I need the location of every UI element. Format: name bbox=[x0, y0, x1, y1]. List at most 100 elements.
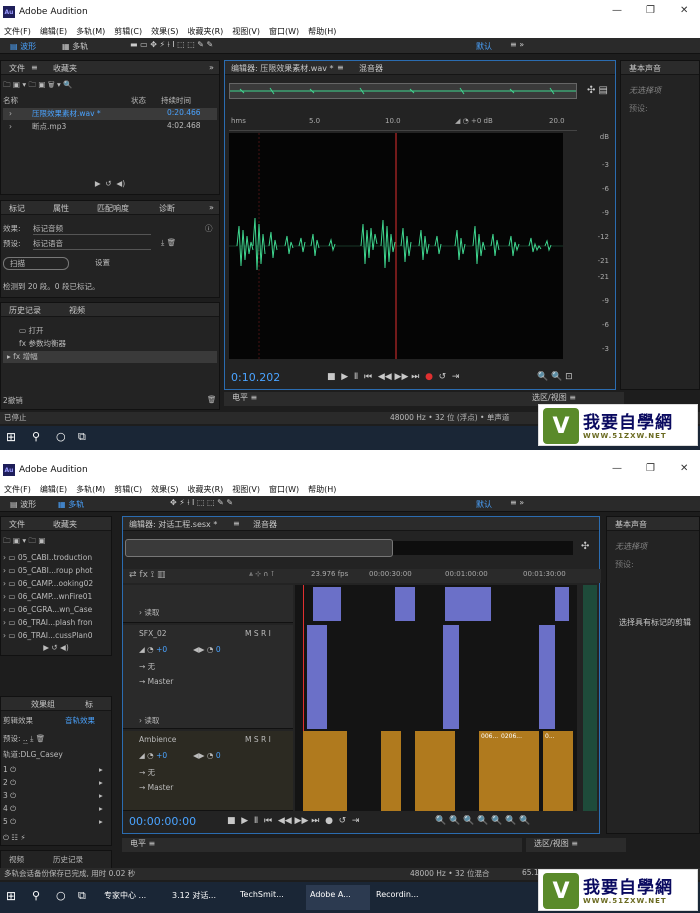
preset-select[interactable]: .. bbox=[22, 734, 28, 744]
clip[interactable] bbox=[303, 731, 347, 811]
file-row[interactable]: › ▭ 06_CAMP...ooking02 bbox=[3, 579, 109, 591]
info-icon[interactable]: ⓘ bbox=[205, 223, 213, 234]
favorites-tab[interactable]: 收藏夹 bbox=[53, 519, 77, 530]
effect-slot[interactable]: 5 ⏻ ▸ bbox=[3, 817, 109, 829]
clip[interactable]: 006... 0206... bbox=[479, 731, 539, 811]
settings-button[interactable]: 设置 bbox=[95, 257, 110, 268]
files-toolbar[interactable]: 🗀 ▣ ▾ 🗀 ▣ bbox=[3, 535, 109, 547]
menu-view[interactable]: 视图(V) bbox=[232, 26, 260, 37]
menu-multitrack[interactable]: 多轨(M) bbox=[76, 26, 105, 37]
search-icon[interactable]: ⚲ bbox=[32, 889, 40, 902]
zoom-nav-icon[interactable]: ✣ ▤ bbox=[587, 85, 608, 96]
file-row[interactable]: › ▭ 05_CABI...roup phot bbox=[3, 566, 109, 578]
menu-effects[interactable]: 效果(S) bbox=[151, 484, 178, 495]
timeline-ruler[interactable]: ⇄ fx ⟟ ▥ ⩓ ⊹ ∩ ⊺ 23.976 fps 00:00:30:00 … bbox=[123, 569, 601, 583]
menu-file[interactable]: 文件(F) bbox=[4, 26, 31, 37]
taskbar-app[interactable]: 专家中心 ... bbox=[104, 890, 146, 901]
zoom-nav-icon[interactable]: ✣ bbox=[581, 541, 589, 552]
track-3-name[interactable]: Ambience bbox=[139, 735, 176, 744]
clip[interactable] bbox=[445, 587, 491, 621]
effects-group-tab[interactable]: 效果组 bbox=[31, 699, 55, 710]
clip[interactable] bbox=[381, 731, 401, 811]
clip[interactable] bbox=[443, 625, 459, 729]
output-select[interactable]: → Master bbox=[139, 677, 173, 686]
editor-tab[interactable]: 编辑器: 对话工程.sesx * bbox=[129, 519, 217, 530]
menu-file[interactable]: 文件(F) bbox=[4, 484, 31, 495]
multitrack-mode-button[interactable]: ▦ 多轨 bbox=[58, 499, 84, 510]
maximize-icon[interactable]: ❐ bbox=[646, 5, 655, 16]
effect-slot[interactable]: 2 ⏻ ▸ bbox=[3, 778, 109, 790]
rack-footer-icons[interactable]: ⏻ ☷ ⚡ bbox=[3, 833, 109, 845]
menu-clip[interactable]: 剪辑(C) bbox=[114, 484, 142, 495]
markers-tab[interactable]: 标 bbox=[85, 699, 93, 710]
file-preview-controls[interactable]: ▶ ↺ ◀) bbox=[3, 179, 217, 191]
essential-sound-tab[interactable]: 基本声音 bbox=[629, 63, 661, 74]
clip-effects-tab[interactable]: 剪辑效果 bbox=[3, 716, 33, 725]
output-select[interactable]: → Master bbox=[139, 783, 173, 792]
menu-edit[interactable]: 编辑(E) bbox=[40, 484, 67, 495]
cortana-icon[interactable]: ○ bbox=[56, 430, 66, 443]
time-ruler[interactable]: hms 5.0 10.0 20.0 ◢ ◔ +0 dB bbox=[229, 117, 577, 131]
tool-icons[interactable]: ✥ ⚡ ⟊ Ⅰ ⬚ ⬚ ✎ ✎ bbox=[170, 498, 233, 508]
file-row[interactable]: › ▭ 06_TRAI...plash fron bbox=[3, 618, 109, 630]
menu-window[interactable]: 窗口(W) bbox=[269, 26, 299, 37]
minimize-icon[interactable]: — bbox=[612, 463, 622, 474]
tracks-area[interactable]: 006... 0206... 0... bbox=[295, 585, 577, 811]
track-2-read-mode[interactable]: › 读取 bbox=[139, 715, 159, 726]
windows-start-icon[interactable]: ⊞ bbox=[6, 430, 16, 444]
file-preview-controls[interactable]: ▶ ↺ ◀) bbox=[3, 643, 109, 655]
tab-match-loudness[interactable]: 匹配响度 bbox=[97, 203, 129, 214]
menu-help[interactable]: 帮助(H) bbox=[308, 26, 336, 37]
file-row[interactable]: › 断点.mp3 4:02.468 bbox=[3, 121, 217, 133]
clip[interactable] bbox=[313, 587, 341, 621]
folder-icon[interactable]: 🗀 ▣ ▾ 🗀 ▣ 🗑 ▾ 🔍 bbox=[3, 80, 73, 89]
menu-view[interactable]: 视图(V) bbox=[232, 484, 260, 495]
save-preset-icon[interactable]: ⤓ 🗑 bbox=[161, 238, 176, 248]
mixer-tab[interactable]: 混音器 bbox=[359, 63, 383, 74]
workspace-menu-icon[interactable]: ≡ » bbox=[510, 498, 524, 507]
pan-knob[interactable]: ◀▶ ◔ 0 bbox=[193, 645, 221, 654]
zoom-controls[interactable]: 🔍 🔍 ⊡ bbox=[537, 372, 573, 382]
track-1-read-mode[interactable]: › 读取 bbox=[139, 607, 159, 618]
save-preset-icon[interactable]: ⤓ 🗑 bbox=[30, 734, 45, 743]
history-item[interactable]: fx 参数均衡器 bbox=[3, 338, 217, 350]
menu-edit[interactable]: 编辑(E) bbox=[40, 26, 67, 37]
files-tab[interactable]: 文件 bbox=[9, 519, 25, 530]
cortana-icon[interactable]: ○ bbox=[56, 889, 66, 902]
minimize-icon[interactable]: — bbox=[612, 5, 622, 16]
clip[interactable] bbox=[395, 587, 415, 621]
history-item[interactable]: ▸ fx 增幅 bbox=[3, 351, 217, 363]
workspace-default[interactable]: 默认 bbox=[476, 499, 492, 510]
waveform-mode-button[interactable]: ▤ 波形 bbox=[10, 41, 36, 52]
task-view-icon[interactable]: ⧉ bbox=[78, 430, 86, 444]
windows-start-icon[interactable]: ⊞ bbox=[6, 889, 16, 903]
input-select[interactable]: → 无 bbox=[139, 661, 155, 672]
file-row[interactable]: › ▭ 06_CAMP...wnFire01 bbox=[3, 592, 109, 604]
favorites-tab[interactable]: 收藏夹 bbox=[53, 63, 77, 74]
files-tab[interactable]: 文件 bbox=[9, 63, 25, 74]
menu-window[interactable]: 窗口(W) bbox=[269, 484, 299, 495]
clip[interactable] bbox=[415, 731, 455, 811]
multitrack-mode-button[interactable]: ▦ 多轨 bbox=[62, 41, 88, 52]
volume-knob[interactable]: ◢ ◔ +0 bbox=[139, 751, 167, 760]
editor-tab[interactable]: 编辑器: 压限效果素材.wav * bbox=[231, 63, 334, 74]
clip[interactable] bbox=[307, 625, 327, 729]
gain-knob[interactable]: ◢ ◔ +0 dB bbox=[455, 117, 493, 125]
menu-favorites[interactable]: 收藏夹(R) bbox=[187, 26, 223, 37]
effect-slot[interactable]: 3 ⏻ ▸ bbox=[3, 791, 109, 803]
overview-bar[interactable] bbox=[229, 83, 577, 99]
file-row[interactable]: › ▭ 06_CGRA...wn_Case bbox=[3, 605, 109, 617]
history-item[interactable]: ▭ 打开 bbox=[3, 325, 217, 337]
workspace-default[interactable]: 默认 bbox=[476, 41, 492, 52]
clip[interactable] bbox=[539, 625, 555, 729]
ruler-tool-icons[interactable]: ⩓ ⊹ ∩ ⊺ bbox=[249, 570, 274, 579]
video-tab[interactable]: 视频 bbox=[9, 854, 24, 865]
track-effects-tab[interactable]: 音轨效果 bbox=[65, 715, 95, 726]
menu-help[interactable]: 帮助(H) bbox=[308, 484, 336, 495]
history-tab[interactable]: 历史记录 bbox=[53, 854, 83, 865]
track-tools-icons[interactable]: ⇄ fx ⟟ ▥ bbox=[129, 570, 165, 580]
menu-multitrack[interactable]: 多轨(M) bbox=[76, 484, 105, 495]
zoom-controls[interactable]: 🔍 🔍 🔍 🔍 🔍 🔍 🔍 bbox=[435, 816, 531, 826]
taskbar-app[interactable]: 3.12 对话... bbox=[172, 890, 216, 901]
effect-select[interactable]: 标记音频 bbox=[33, 223, 151, 235]
